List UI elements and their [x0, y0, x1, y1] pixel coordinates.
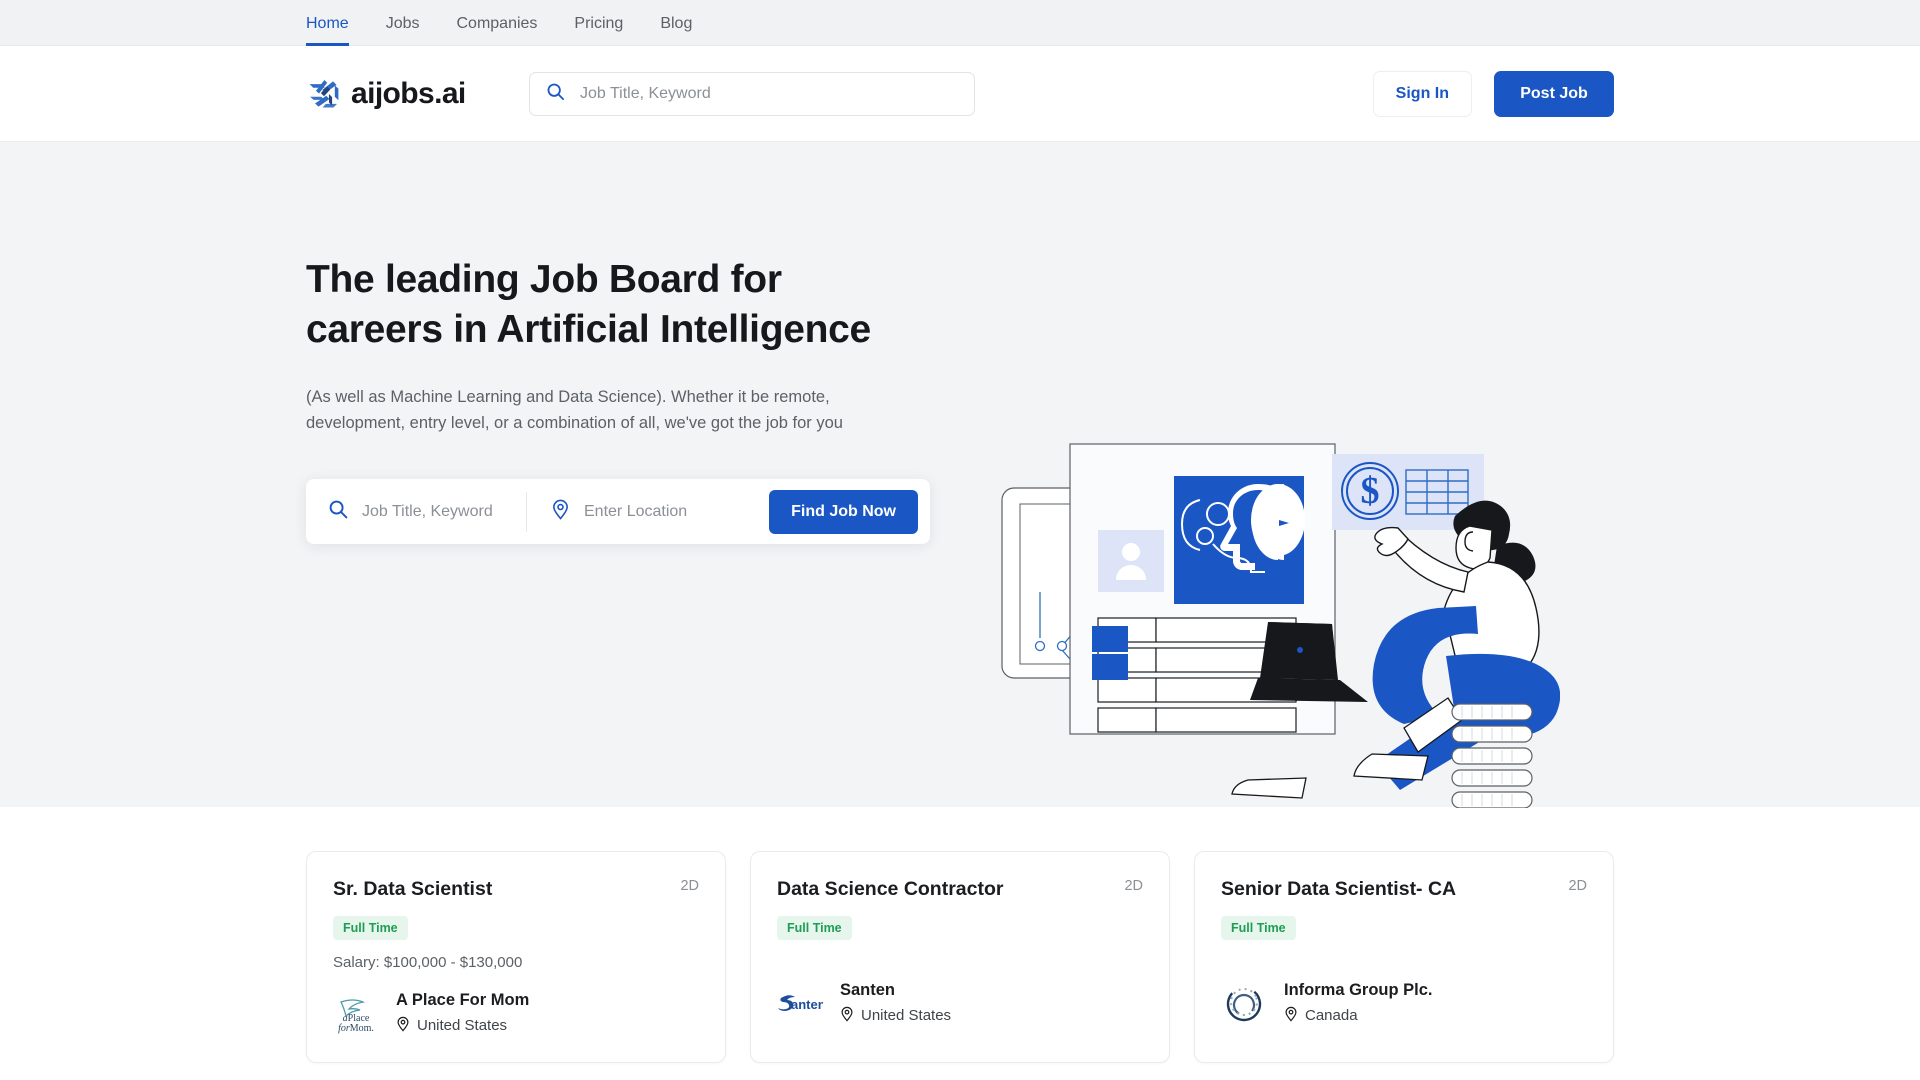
job-salary: Salary: $100,000 - $130,000 — [333, 954, 523, 972]
svg-text:anten: anten — [791, 997, 823, 1012]
job-title: Sr. Data Scientist — [333, 878, 493, 900]
job-card-header: Data Science Contractor 2D — [777, 878, 1143, 901]
page-root: Home Jobs Companies Pricing Blog aijobs.… — [0, 0, 1920, 1080]
company-name: A Place For Mom — [396, 991, 530, 1010]
search-icon — [546, 82, 565, 106]
job-location: United States — [840, 1006, 951, 1026]
nav-label: Pricing — [574, 15, 624, 32]
job-card-header: Sr. Data Scientist 2D — [333, 878, 699, 901]
nav-label: Blog — [660, 15, 693, 32]
nav-label: Companies — [456, 15, 538, 32]
hero-title-line-2: careers in Artificial Intelligence — [306, 308, 871, 352]
location-pin-icon — [840, 1006, 854, 1026]
job-age: 2D — [680, 878, 699, 894]
a-place-for-mom-logo-icon: aPlace forMom. — [333, 990, 379, 1036]
sign-in-label: Sign In — [1395, 84, 1449, 102]
nav-item-companies[interactable]: Companies — [456, 16, 537, 45]
job-cards-row: Sr. Data Scientist 2D Full Time Salary: … — [306, 851, 1614, 1063]
location-pin-icon — [551, 499, 570, 525]
hero-section: The leading Job Board for careers in Art… — [0, 142, 1920, 809]
job-age: 2D — [1124, 878, 1143, 894]
aijobs-pinwheel-logo-icon — [306, 76, 342, 112]
job-company-info: A Place For Mom United States — [396, 990, 529, 1036]
job-company-info: Santen United States — [840, 980, 951, 1026]
hero-illustration: $ — [1000, 428, 1561, 809]
informa-logo-icon — [1221, 980, 1267, 1026]
hero-search-bar: Job Title, Keyword Enter Location Find J… — [306, 479, 930, 545]
job-title: Data Science Contractor — [777, 878, 1004, 900]
job-type-badge: Full Time — [777, 916, 852, 941]
hero-title: The leading Job Board for careers in Art… — [306, 255, 906, 356]
job-company-block: Informa Group Plc. Canada — [1221, 980, 1433, 1026]
job-listings-section: Sr. Data Scientist 2D Full Time Salary: … — [0, 807, 1920, 1063]
post-job-button[interactable]: Post Job — [1494, 70, 1614, 117]
hero-keyword-input[interactable]: Job Title, Keyword — [328, 479, 524, 544]
find-job-label: Find Job Now — [791, 502, 896, 520]
nav-label: Jobs — [385, 15, 420, 32]
hero-title-line-1: The leading Job Board for — [306, 258, 782, 301]
job-card[interactable]: Senior Data Scientist- CA 2D Full Time I… — [1194, 851, 1614, 1063]
location-pin-icon — [396, 1016, 410, 1036]
site-logo-text: aijobs.ai — [351, 76, 466, 110]
hero-subtitle: (As well as Machine Learning and Data Sc… — [306, 387, 843, 433]
job-company-block: anten Santen United States — [777, 980, 951, 1026]
hero-content: The leading Job Board for careers in Art… — [306, 142, 946, 545]
company-name: Informa Group Plc. — [1284, 981, 1433, 1000]
site-header: aijobs.ai Job Title, Keyword Sign In Pos… — [0, 46, 1920, 142]
post-job-label: Post Job — [1520, 84, 1588, 102]
job-card-header: Senior Data Scientist- CA 2D — [1221, 878, 1587, 901]
top-nav-list: Home Jobs Companies Pricing Blog — [306, 15, 729, 46]
job-age: 2D — [1568, 878, 1587, 894]
svg-text:$: $ — [1361, 470, 1380, 512]
job-company-info: Informa Group Plc. Canada — [1284, 980, 1433, 1026]
nav-item-blog[interactable]: Blog — [660, 16, 692, 45]
nav-item-home[interactable]: Home — [306, 15, 349, 46]
job-location: United States — [396, 1016, 529, 1036]
hero-location-input[interactable]: Enter Location — [527, 479, 769, 544]
search-icon — [328, 499, 348, 524]
header-search-placeholder: Job Title, Keyword — [580, 84, 711, 102]
company-name: Santen — [840, 981, 896, 1000]
job-location: Canada — [1284, 1006, 1433, 1026]
sign-in-button[interactable]: Sign In — [1372, 70, 1472, 117]
ai-career-illustration-icon: $ — [1001, 443, 1561, 809]
job-type-badge: Full Time — [333, 916, 408, 941]
hero-keyword-placeholder: Job Title, Keyword — [362, 502, 493, 520]
santen-logo-icon: anten — [777, 980, 823, 1026]
find-job-now-button[interactable]: Find Job Now — [769, 489, 918, 534]
svg-text:forMom.: forMom. — [338, 1023, 374, 1034]
job-card[interactable]: Data Science Contractor 2D Full Time ant… — [750, 851, 1170, 1063]
top-navigation-bar: Home Jobs Companies Pricing Blog — [0, 0, 1920, 46]
job-company-block: aPlace forMom. A Place For Mom United St… — [333, 990, 529, 1036]
nav-item-pricing[interactable]: Pricing — [574, 16, 623, 45]
job-location-text: United States — [417, 1017, 508, 1035]
site-logo[interactable]: aijobs.ai — [306, 76, 498, 112]
job-location-text: United States — [861, 1007, 952, 1025]
job-type-badge: Full Time — [1221, 916, 1296, 941]
job-title: Senior Data Scientist- CA — [1221, 878, 1457, 900]
location-pin-icon — [1284, 1006, 1298, 1026]
nav-label: Home — [306, 15, 349, 32]
job-location-text: Canada — [1305, 1007, 1358, 1025]
header-actions: Sign In Post Job — [1372, 70, 1614, 117]
header-search-input[interactable]: Job Title, Keyword — [529, 71, 975, 116]
nav-item-jobs[interactable]: Jobs — [386, 16, 420, 45]
job-card[interactable]: Sr. Data Scientist 2D Full Time Salary: … — [306, 851, 726, 1063]
hero-location-placeholder: Enter Location — [584, 502, 688, 520]
